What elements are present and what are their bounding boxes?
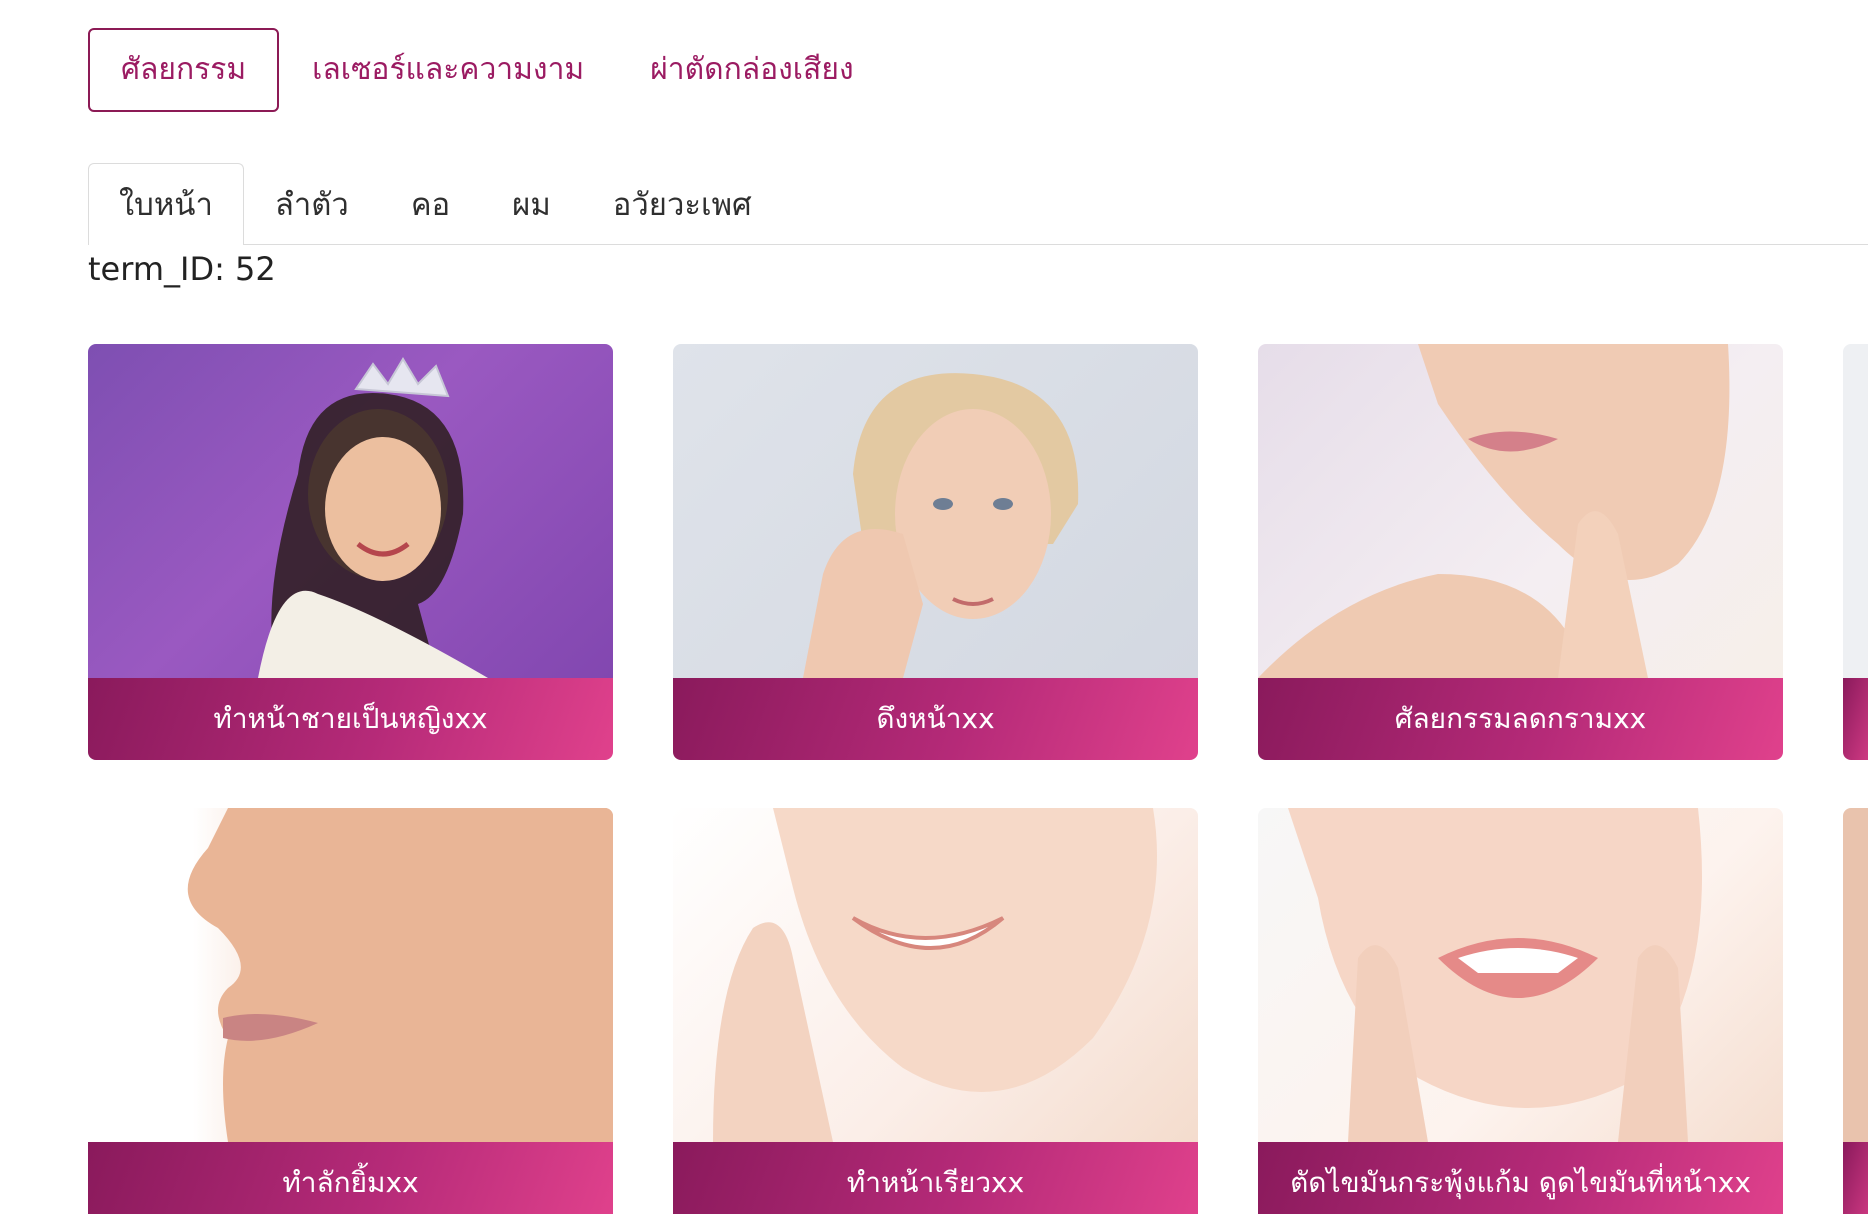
subtab-bar: ใบหน้า ลำตัว คอ ผม อวัยวะเพศ — [88, 162, 1868, 245]
category-surgery-button[interactable]: ศัลยกรรม — [88, 28, 280, 112]
tab-body[interactable]: ลำตัว — [244, 163, 380, 245]
procedure-card[interactable]: ตัดไขมันกระพุ้งแก้ม ดูดไขมันที่หน้าxx — [1258, 808, 1783, 1214]
photo-illustration — [187, 808, 613, 1142]
tab-face[interactable]: ใบหน้า — [88, 163, 244, 245]
category-larynx-surgery-button[interactable]: ผ่าตัดกล่องเสียง — [617, 28, 886, 112]
procedure-card[interactable]: ศัลยกรรมลดกรามxx — [1258, 344, 1783, 760]
photo-illustration — [1288, 808, 1702, 1142]
photo-illustration — [803, 373, 1079, 678]
procedure-card-label: ดึงหน้าxx — [673, 678, 1198, 760]
tab-genitals[interactable]: อวัยวะเพศ — [582, 163, 783, 245]
category-nav: ศัลยกรรม เลเซอร์และความงาม ผ่าตัดกล่องเส… — [88, 28, 887, 112]
page: ศัลยกรรม เลเซอร์และความงาม ผ่าตัดกล่องเส… — [0, 0, 1868, 1214]
cheek-profile-closeup-photo — [88, 808, 613, 1142]
tab-neck[interactable]: คอ — [380, 163, 481, 245]
procedure-card[interactable]: ดึงหน้าxx — [673, 344, 1198, 760]
photo-illustration — [1258, 344, 1730, 678]
jawline-closeup-photo — [1258, 344, 1783, 678]
smiling-woman-hands-chin-photo — [1258, 808, 1783, 1142]
woman-with-tiara-photo — [88, 344, 613, 678]
procedure-card-partial[interactable] — [1843, 808, 1868, 1214]
term-id-text: term_ID: 52 — [88, 250, 276, 288]
photo-illustration — [713, 808, 1157, 1142]
category-laser-beauty-button[interactable]: เลเซอร์และความงาม — [279, 28, 617, 112]
procedure-card-partial[interactable] — [1843, 344, 1868, 760]
procedure-card-label: ศัลยกรรมลดกรามxx — [1258, 678, 1783, 760]
procedure-card[interactable]: ทำลักยิ้มxx — [88, 808, 613, 1214]
procedure-card[interactable]: ทำหน้าชายเป็นหญิงxx — [88, 344, 613, 760]
procedure-card-label: ทำลักยิ้มxx — [88, 1142, 613, 1214]
procedure-card-label: ตัดไขมันกระพุ้งแก้ม ดูดไขมันที่หน้าxx — [1258, 1142, 1783, 1214]
procedure-card[interactable]: ทำหน้าเรียวxx — [673, 808, 1198, 1214]
procedure-card-label: ทำหน้าชายเป็นหญิงxx — [88, 678, 613, 760]
tab-hair[interactable]: ผม — [481, 163, 582, 245]
smiling-face-hand-photo — [673, 808, 1198, 1142]
photo-illustration — [258, 357, 488, 678]
procedure-card-label: ทำหน้าเรียวxx — [673, 1142, 1198, 1214]
mature-woman-touching-face-photo — [673, 344, 1198, 678]
